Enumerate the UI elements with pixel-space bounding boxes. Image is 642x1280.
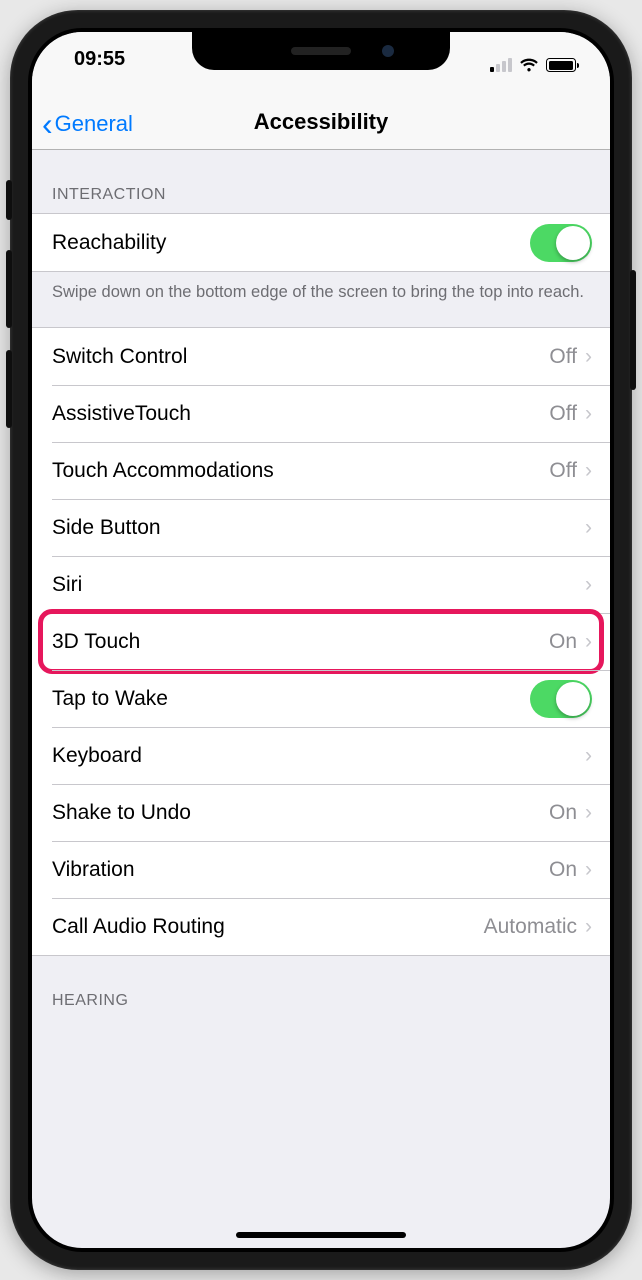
row-value: Off	[549, 402, 577, 426]
toggle-knob	[556, 682, 590, 716]
chevron-right-icon: ›	[585, 802, 592, 823]
volume-down-button	[6, 350, 12, 428]
section-header-interaction: Interaction	[32, 150, 610, 213]
toggle-knob	[556, 226, 590, 260]
reachability-footer: Swipe down on the bottom edge of the scr…	[32, 272, 610, 327]
back-button[interactable]: ‹ General	[42, 111, 133, 137]
row-label: Side Button	[52, 516, 585, 540]
cellular-signal-icon	[490, 58, 512, 72]
row-value: Off	[549, 345, 577, 369]
battery-icon	[546, 58, 576, 72]
notch	[192, 32, 450, 70]
row-assistivetouch[interactable]: AssistiveTouch Off ›	[32, 385, 610, 442]
settings-content[interactable]: Interaction Reachability Swipe down on t…	[32, 150, 610, 1248]
chevron-right-icon: ›	[585, 346, 592, 367]
chevron-right-icon: ›	[585, 745, 592, 766]
chevron-left-icon: ‹	[42, 113, 53, 135]
chevron-right-icon: ›	[585, 574, 592, 595]
mute-switch	[6, 180, 12, 220]
phone-frame: 09:55 ‹ General Accessibility Interactio…	[10, 10, 632, 1270]
row-label: Shake to Undo	[52, 801, 549, 825]
tap-to-wake-toggle[interactable]	[530, 680, 592, 718]
row-label: AssistiveTouch	[52, 402, 549, 426]
row-switch-control[interactable]: Switch Control Off ›	[32, 328, 610, 385]
chevron-right-icon: ›	[585, 631, 592, 652]
chevron-right-icon: ›	[585, 460, 592, 481]
row-label: Tap to Wake	[52, 687, 530, 711]
home-indicator[interactable]	[236, 1232, 406, 1238]
row-shake-to-undo[interactable]: Shake to Undo On ›	[32, 784, 610, 841]
row-label: Vibration	[52, 858, 549, 882]
chevron-right-icon: ›	[585, 916, 592, 937]
section-header-hearing: Hearing	[32, 956, 610, 1019]
row-call-audio-routing[interactable]: Call Audio Routing Automatic ›	[32, 898, 610, 955]
row-reachability[interactable]: Reachability	[32, 214, 610, 271]
back-label: General	[55, 111, 133, 137]
status-time: 09:55	[62, 48, 125, 82]
row-label: Siri	[52, 573, 585, 597]
row-label: Touch Accommodations	[52, 459, 549, 483]
row-touch-accommodations[interactable]: Touch Accommodations Off ›	[32, 442, 610, 499]
row-value: On	[549, 801, 577, 825]
row-vibration[interactable]: Vibration On ›	[32, 841, 610, 898]
reachability-toggle[interactable]	[530, 224, 592, 262]
front-camera	[382, 45, 394, 57]
chevron-right-icon: ›	[585, 403, 592, 424]
wifi-icon	[519, 57, 539, 73]
row-label: Reachability	[52, 231, 530, 255]
bezel: 09:55 ‹ General Accessibility Interactio…	[28, 28, 614, 1252]
row-value: Off	[549, 459, 577, 483]
chevron-right-icon: ›	[585, 517, 592, 538]
row-label: 3D Touch	[52, 630, 549, 654]
side-button-hw	[630, 270, 636, 390]
row-value: On	[549, 630, 577, 654]
row-label: Call Audio Routing	[52, 915, 484, 939]
row-label: Keyboard	[52, 744, 585, 768]
speaker-grille	[291, 47, 351, 55]
screen: 09:55 ‹ General Accessibility Interactio…	[32, 32, 610, 1248]
volume-up-button	[6, 250, 12, 328]
row-side-button[interactable]: Side Button ›	[32, 499, 610, 556]
chevron-right-icon: ›	[585, 859, 592, 880]
row-value: Automatic	[484, 915, 577, 939]
row-value: On	[549, 858, 577, 882]
row-siri[interactable]: Siri ›	[32, 556, 610, 613]
row-tap-to-wake[interactable]: Tap to Wake	[32, 670, 610, 727]
group-reachability: Reachability	[32, 213, 610, 272]
row-keyboard[interactable]: Keyboard ›	[32, 727, 610, 784]
row-label: Switch Control	[52, 345, 549, 369]
group-interaction-main: Switch Control Off › AssistiveTouch Off …	[32, 327, 610, 956]
row-3d-touch[interactable]: 3D Touch On ›	[32, 613, 610, 670]
